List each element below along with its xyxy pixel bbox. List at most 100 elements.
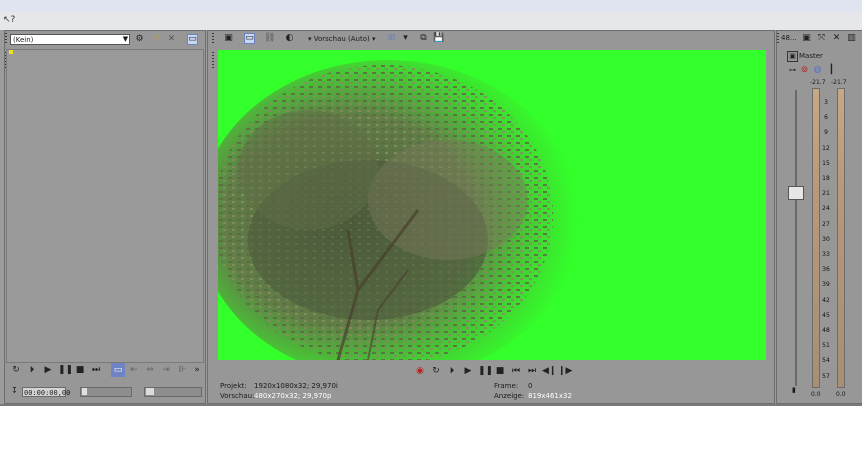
- tree-foliage-image: [218, 60, 578, 360]
- peak-left: -21.7: [810, 79, 826, 86]
- go-to-start-icon[interactable]: ⏮: [510, 364, 522, 378]
- project-value: 1920x1080x32; 29,970i: [254, 382, 338, 390]
- wand-icon[interactable]: ⚡: [151, 34, 162, 45]
- loop-icon[interactable]: ↻: [10, 363, 22, 377]
- stop-icon[interactable]: ■: [74, 363, 86, 377]
- audio-icon[interactable]: ⊪: [176, 363, 188, 377]
- properties-icon[interactable]: ▣: [801, 33, 812, 44]
- preview-quality-label: Vorschau (Auto): [313, 35, 370, 43]
- meter-tick: 9: [824, 129, 828, 137]
- window-bottom-border: [0, 404, 862, 406]
- fx-icon[interactable]: ⊶: [787, 65, 798, 76]
- question-mark-icon[interactable]: ↖?: [3, 15, 15, 26]
- downmix-icon[interactable]: ⤧: [816, 33, 827, 44]
- meter-tick: 33: [822, 251, 830, 258]
- volume-fader[interactable]: [788, 186, 804, 200]
- pause-icon[interactable]: ❚❚: [58, 363, 73, 377]
- play-from-start-icon[interactable]: ⏵: [26, 363, 38, 377]
- meter-tick: 24: [822, 205, 830, 213]
- meter-tick: 36: [822, 266, 830, 274]
- meter-tick: 21: [822, 190, 830, 198]
- panel-grip[interactable]: [777, 33, 779, 45]
- mute-icon[interactable]: ✕: [831, 33, 842, 44]
- meter-tick: 3: [824, 99, 828, 106]
- left-transport-bar: ↻ ⏵ ▶ ❚❚ ■ ⏭ ▭ ⇤ ⇔ ⇥ ⊪ »: [6, 363, 202, 379]
- display-label: Anzeige:: [494, 392, 525, 400]
- monitor-icon[interactable]: ▭: [111, 363, 125, 377]
- mixer-icon[interactable]: ▥: [846, 33, 857, 44]
- play-from-start-icon[interactable]: ⏵: [446, 364, 458, 378]
- record-icon[interactable]: ◉: [414, 364, 426, 378]
- loop-icon[interactable]: ↻: [430, 364, 442, 378]
- media-content-area: [6, 49, 204, 363]
- trim-icon[interactable]: ⇔: [144, 363, 156, 377]
- fader-track[interactable]: [795, 90, 797, 386]
- menu-bar: [0, 12, 862, 31]
- meter-tick: 27: [822, 220, 830, 228]
- master-title: 48...: [781, 34, 797, 42]
- chevron-down-icon[interactable]: ▼: [121, 34, 130, 45]
- trim-end-icon[interactable]: ⇥: [160, 363, 172, 377]
- link-icon[interactable]: ⛓: [264, 33, 275, 44]
- record-arm-icon[interactable]: ⊚: [799, 65, 810, 76]
- preview-quality-select[interactable]: ▾ Vorschau (Auto) ▾: [308, 33, 378, 45]
- meter-tick: 15: [822, 159, 830, 167]
- project-label: Projekt:: [220, 382, 247, 390]
- chevron-down-icon[interactable]: ▾: [400, 33, 411, 44]
- previous-frame-icon[interactable]: ◀❙: [542, 364, 556, 378]
- media-select[interactable]: (Kein): [10, 34, 130, 45]
- frame-label: Frame:: [494, 382, 519, 390]
- more-icon[interactable]: »: [191, 363, 203, 377]
- play-icon[interactable]: ▶: [42, 363, 54, 377]
- copy-snapshot-icon[interactable]: ⧉: [418, 33, 429, 44]
- go-to-end-icon[interactable]: ⏭: [526, 364, 538, 378]
- panel-grip[interactable]: [212, 52, 214, 70]
- star-icon: [9, 50, 13, 54]
- close-icon[interactable]: ✕: [166, 34, 177, 45]
- slider-thumb[interactable]: [146, 388, 154, 395]
- meter-tick: 18: [822, 175, 830, 182]
- properties-icon[interactable]: ▣: [223, 33, 234, 44]
- video-frame[interactable]: [218, 50, 766, 360]
- solo-icon[interactable]: ◍: [812, 65, 823, 76]
- save-snapshot-icon[interactable]: 💾: [433, 33, 444, 44]
- meter-tick: 30: [822, 235, 830, 243]
- stop-icon[interactable]: ■: [494, 364, 506, 378]
- meter-tick: 6: [824, 114, 828, 122]
- meter-tick: 51: [822, 342, 830, 350]
- frame-value: 0: [528, 382, 533, 390]
- meter-tick: 48: [822, 327, 830, 334]
- panel-grip[interactable]: [5, 33, 7, 45]
- display-value: 819x461x32: [528, 392, 572, 400]
- pin-icon: ↧: [11, 386, 18, 395]
- properties-icon[interactable]: ⚙: [134, 34, 145, 45]
- bus-icon[interactable]: ▣: [787, 51, 798, 62]
- split-screen-icon[interactable]: ◐: [284, 33, 295, 44]
- meter-tick: 39: [822, 281, 830, 289]
- lock-icon[interactable]: ▮: [792, 386, 796, 394]
- preview-info: Projekt: 1920x1080x32; 29,970i Vorschau:…: [218, 381, 766, 403]
- meter-tick: 45: [822, 311, 830, 319]
- timecode-display: 00:00:00,00: [22, 387, 71, 397]
- trim-start-icon[interactable]: ⇤: [128, 363, 140, 377]
- pin-icon[interactable]: ┃: [826, 65, 837, 76]
- bottom-left-value: 0.0: [811, 391, 821, 398]
- meter-tick: 57: [822, 372, 830, 380]
- go-to-end-icon[interactable]: ⏭: [90, 363, 102, 377]
- meter-right: [837, 88, 845, 388]
- play-icon[interactable]: ▶: [462, 364, 474, 378]
- preview-value: 480x270x32; 29,970p: [254, 392, 332, 400]
- slider-thumb[interactable]: [82, 388, 87, 395]
- overlays-icon[interactable]: ⊞: [386, 33, 397, 44]
- external-monitor-icon[interactable]: ▭: [244, 33, 255, 44]
- meter-left: [812, 88, 820, 388]
- next-frame-icon[interactable]: ❙▶: [558, 364, 572, 378]
- monitor-icon[interactable]: ▭: [187, 34, 198, 45]
- master-label: Master: [799, 52, 823, 60]
- pause-icon[interactable]: ❚❚: [478, 364, 493, 378]
- meter-tick: 42: [822, 296, 830, 304]
- meter-tick: 12: [822, 144, 830, 152]
- meter-tick: 54: [822, 357, 830, 365]
- bottom-right-value: 0.0: [836, 391, 846, 398]
- volume-slider[interactable]: [80, 387, 132, 397]
